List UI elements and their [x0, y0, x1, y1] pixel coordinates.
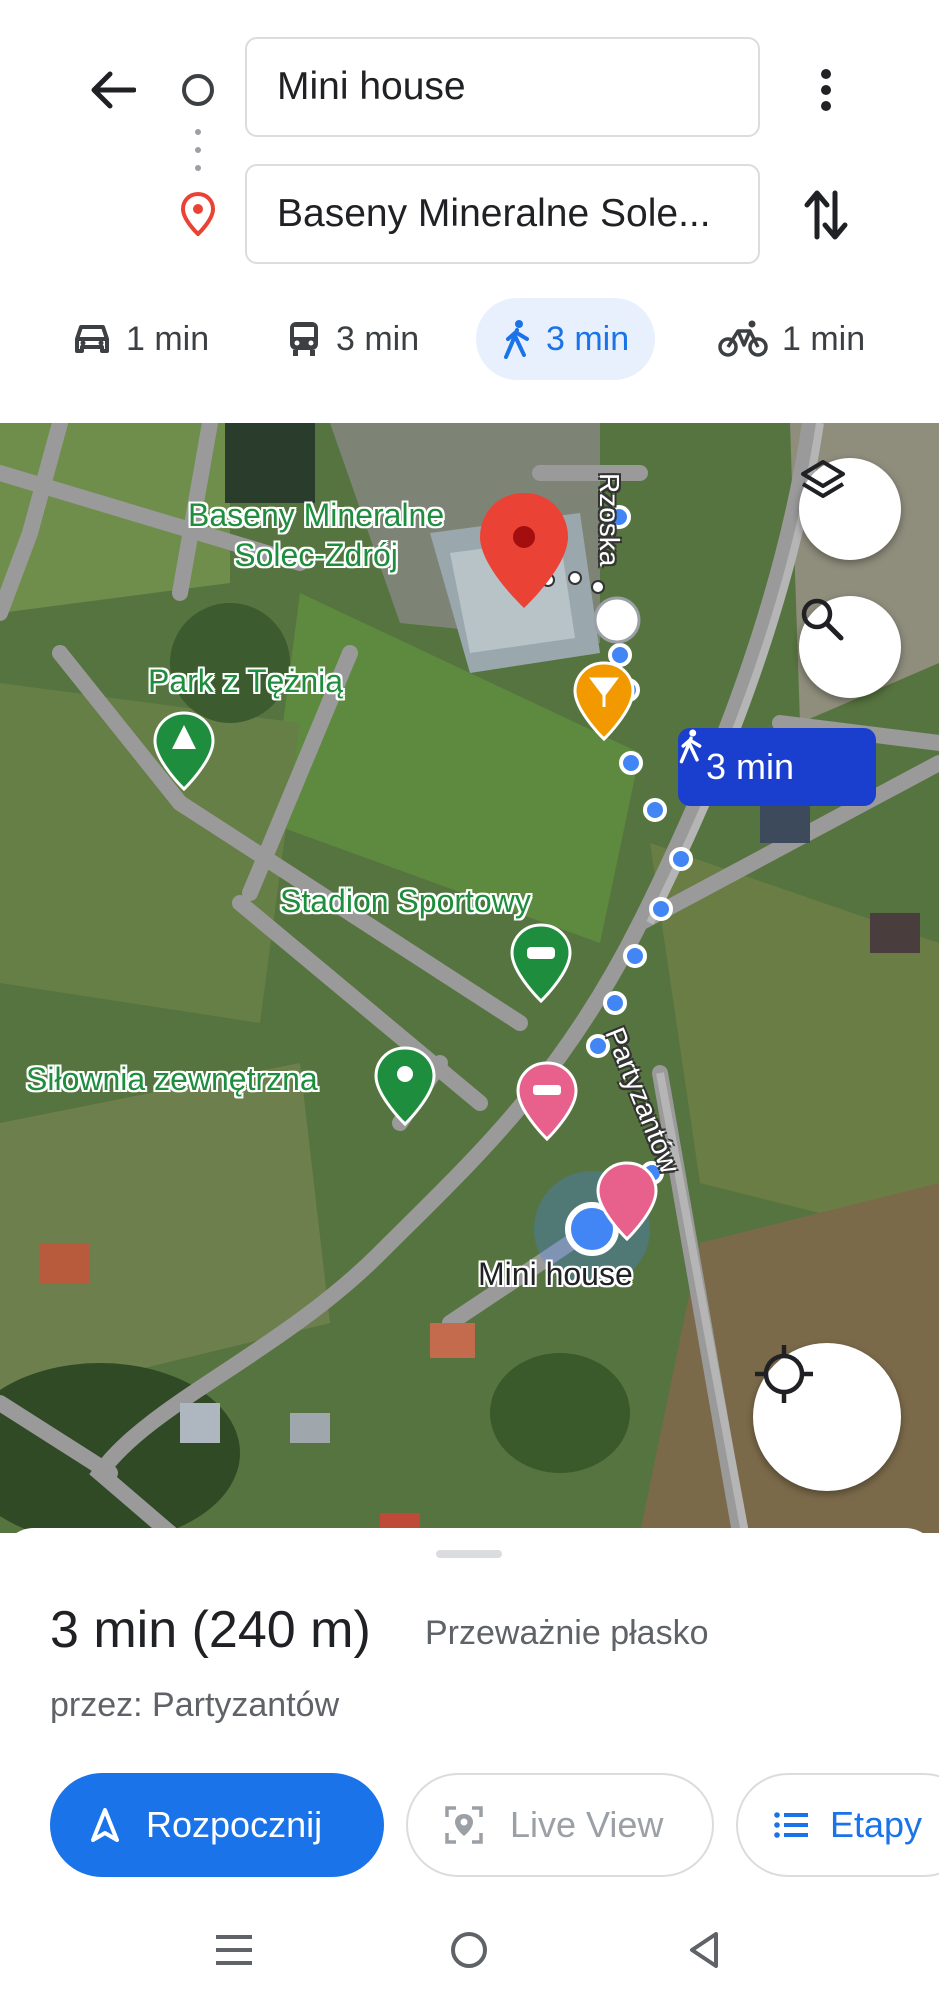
walk-icon [504, 320, 529, 359]
swap-icon [804, 190, 848, 240]
origin-circle-icon [182, 74, 214, 106]
travel-mode-bar: 1 min 3 min 3 min 1 min [0, 298, 939, 380]
mode-walking[interactable]: 3 min [476, 298, 656, 380]
search-button[interactable] [799, 596, 901, 698]
navigation-arrow-icon [91, 1808, 119, 1842]
mode-cycling[interactable]: 1 min [718, 298, 865, 380]
steps-label: Etapy [830, 1804, 923, 1845]
mode-driving-label: 1 min [126, 319, 210, 358]
back-triangle-icon [690, 1932, 718, 1968]
bike-icon [718, 320, 768, 357]
home-circle-icon [451, 1932, 487, 1968]
steps-button[interactable]: Etapy [736, 1773, 939, 1877]
live-view-button[interactable]: Live View [406, 1773, 714, 1877]
destination-input-value: Baseny Mineralne Sole... [277, 192, 711, 235]
route-via: przez: Partyzantów [50, 1686, 340, 1724]
back-button[interactable] [78, 60, 148, 120]
transit-icon [290, 322, 318, 356]
walk-icon [679, 729, 702, 764]
layers-icon [801, 460, 845, 498]
search-icon [801, 598, 844, 641]
menu-lines-icon [216, 1935, 252, 1965]
car-icon [75, 325, 109, 353]
destination-input[interactable]: Baseny Mineralne Sole... [245, 164, 760, 264]
system-navigation-bar [0, 1900, 939, 2000]
layers-button[interactable] [799, 458, 901, 560]
more-vert-icon [821, 69, 831, 111]
street-label-rzoska: Rzoska [594, 473, 625, 567]
map-label-gym[interactable]: Siłownia zewnętrzna [26, 1061, 318, 1098]
more-options-button[interactable] [806, 60, 846, 120]
origin-input[interactable]: Mini house [245, 37, 760, 137]
destination-pin-icon [180, 192, 216, 236]
route-terrain: Przeważnie płasko [425, 1614, 709, 1652]
map-view[interactable]: Baseny Mineralne Solec-Zdrój Park z Tężn… [0, 423, 939, 1533]
recent-apps-button[interactable] [210, 1928, 258, 1972]
mode-transit[interactable]: 3 min [286, 298, 419, 380]
map-label-origin[interactable]: Mini house [478, 1256, 633, 1293]
home-button[interactable] [445, 1926, 493, 1974]
map-label-park[interactable]: Park z Tężnią [148, 663, 343, 700]
start-navigation-label: Rozpocznij [146, 1804, 323, 1845]
system-back-button[interactable] [680, 1926, 728, 1974]
start-navigation-button[interactable]: Rozpocznij [50, 1773, 384, 1877]
crosshair-icon [755, 1345, 813, 1403]
map-label-destination[interactable]: Baseny Mineralne Solec-Zdrój [188, 495, 444, 575]
mode-cycling-label: 1 min [782, 319, 866, 358]
sheet-drag-handle[interactable] [436, 1550, 502, 1558]
list-icon [774, 1812, 808, 1838]
route-time-bubble[interactable]: 3 min [678, 728, 876, 806]
back-arrow-icon [91, 71, 136, 109]
route-dots-icon [195, 129, 201, 171]
map-label-stadium[interactable]: Stadion Sportowy [280, 883, 531, 920]
route-summary: 3 min (240 m) [50, 1601, 371, 1659]
route-time-bubble-label: 3 min [706, 746, 795, 787]
live-view-icon [445, 1806, 483, 1844]
mode-walking-label: 3 min [546, 319, 630, 358]
mode-driving[interactable]: 1 min [72, 298, 209, 380]
mode-transit-label: 3 min [336, 319, 420, 358]
my-location-button[interactable] [753, 1343, 901, 1491]
live-view-label: Live View [510, 1804, 664, 1845]
swap-button[interactable] [800, 185, 852, 245]
origin-input-value: Mini house [277, 65, 466, 108]
